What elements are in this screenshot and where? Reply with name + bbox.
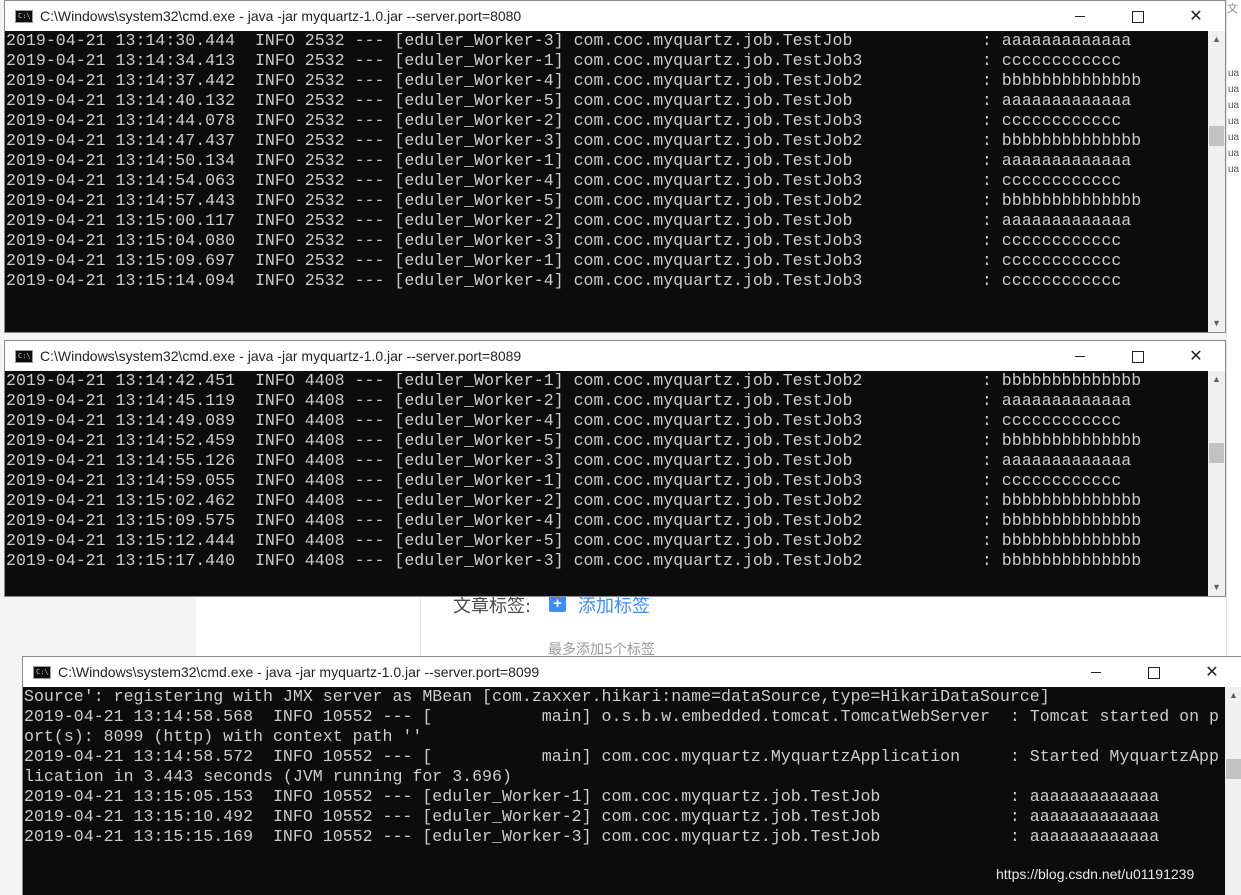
scroll-down-icon[interactable]: ▼ — [1208, 579, 1225, 596]
console-line: 2019-04-21 13:14:58.572 INFO 10552 --- [… — [24, 747, 1219, 766]
console-line: lication in 3.443 seconds (JVM running f… — [24, 767, 512, 786]
vertical-scrollbar[interactable]: ▲ ▼ — [1208, 31, 1225, 332]
minimize-icon — [1075, 356, 1085, 357]
close-icon: ✕ — [1205, 662, 1219, 681]
close-button[interactable]: ✕ — [1183, 657, 1241, 687]
cmd-app-icon[interactable]: C:\ — [15, 10, 33, 23]
console-line: 2019-04-21 13:15:10.492 INFO 10552 --- [… — [24, 807, 1160, 826]
console-line: 2019-04-21 13:15:14.094 INFO 2532 --- [e… — [6, 271, 1122, 290]
console-line: 2019-04-21 13:14:49.089 INFO 4408 --- [e… — [6, 411, 1122, 430]
console-line: 2019-04-21 13:15:09.697 INFO 2532 --- [e… — [6, 251, 1122, 270]
background-edge-item: ua — [1228, 68, 1240, 79]
cmd-window-8089[interactable]: C:\ C:\Windows\system32\cmd.exe - java -… — [4, 340, 1226, 597]
minimize-button[interactable] — [1067, 657, 1125, 687]
close-icon: ✕ — [1189, 346, 1203, 365]
console-line: 2019-04-21 13:14:40.132 INFO 2532 --- [e… — [6, 91, 1132, 110]
cmd-window-8099[interactable]: C:\ C:\Windows\system32\cmd.exe - java -… — [22, 656, 1241, 895]
console-line: 2019-04-21 13:15:15.169 INFO 10552 --- [… — [24, 827, 1160, 846]
console-line: 2019-04-21 13:15:02.462 INFO 4408 --- [e… — [6, 491, 1142, 510]
maximize-icon — [1132, 350, 1144, 363]
console-line: 2019-04-21 13:15:09.575 INFO 4408 --- [e… — [6, 511, 1142, 530]
maximize-icon — [1148, 666, 1160, 679]
background-edge-item: ua — [1228, 116, 1240, 127]
console-line: 2019-04-21 13:14:34.413 INFO 2532 --- [e… — [6, 51, 1122, 70]
console-line: 2019-04-21 13:14:47.437 INFO 2532 --- [e… — [6, 131, 1142, 150]
close-button[interactable]: ✕ — [1167, 341, 1225, 371]
minimize-button[interactable] — [1051, 341, 1109, 371]
maximize-button[interactable] — [1109, 341, 1167, 371]
scrollbar-thumb[interactable] — [1226, 759, 1241, 779]
scroll-up-icon[interactable]: ▲ — [1208, 31, 1225, 48]
close-button[interactable]: ✕ — [1167, 1, 1225, 31]
cmd-app-icon[interactable]: C:\ — [15, 350, 33, 363]
background-crumb: 文 — [1227, 3, 1238, 15]
scroll-down-icon[interactable]: ▼ — [1208, 315, 1225, 332]
console-line: 2019-04-21 13:15:00.117 INFO 2532 --- [e… — [6, 211, 1132, 230]
console-line: 2019-04-21 13:14:42.451 INFO 4408 --- [e… — [6, 371, 1142, 390]
window-titlebar[interactable]: C:\ C:\Windows\system32\cmd.exe - java -… — [23, 657, 1241, 687]
console-line: 2019-04-21 13:14:54.063 INFO 2532 --- [e… — [6, 171, 1122, 190]
minimize-icon — [1075, 16, 1085, 17]
console-line: 2019-04-21 13:14:45.119 INFO 4408 --- [e… — [6, 391, 1132, 410]
scrollbar-thumb[interactable] — [1209, 443, 1224, 463]
close-icon: ✕ — [1189, 6, 1203, 25]
console-line: 2019-04-21 13:15:17.440 INFO 4408 --- [e… — [6, 551, 1142, 570]
console-line: 2019-04-21 13:15:05.153 INFO 10552 --- [… — [24, 787, 1160, 806]
background-edge-item: ua — [1228, 84, 1240, 95]
console-line: 2019-04-21 13:14:37.442 INFO 2532 --- [e… — [6, 71, 1142, 90]
console-line: 2019-04-21 13:15:04.080 INFO 2532 --- [e… — [6, 231, 1122, 250]
watermark: https://blog.csdn.net/u01191239 — [996, 866, 1195, 882]
cmd-window-8080[interactable]: C:\ C:\Windows\system32\cmd.exe - java -… — [4, 0, 1226, 333]
maximize-button[interactable] — [1125, 657, 1183, 687]
cmd-app-icon[interactable]: C:\ — [33, 666, 51, 679]
console-line: 2019-04-21 13:14:57.443 INFO 2532 --- [e… — [6, 191, 1142, 210]
console-line: 2019-04-21 13:15:12.444 INFO 4408 --- [e… — [6, 531, 1142, 550]
minimize-icon — [1091, 672, 1101, 673]
window-title: C:\Windows\system32\cmd.exe - java -jar … — [40, 8, 522, 24]
minimize-button[interactable] — [1051, 1, 1109, 31]
plus-icon[interactable]: + — [549, 595, 566, 612]
vertical-scrollbar[interactable]: ▲ — [1225, 687, 1241, 895]
window-titlebar[interactable]: C:\ C:\Windows\system32\cmd.exe - java -… — [5, 1, 1225, 31]
console-output[interactable]: Source': registering with JMX server as … — [23, 687, 1241, 895]
maximize-button[interactable] — [1109, 1, 1167, 31]
console-line: 2019-04-21 13:14:50.134 INFO 2532 --- [e… — [6, 151, 1132, 170]
background-edge-item: ua — [1228, 164, 1240, 175]
console-output[interactable]: 2019-04-21 13:14:42.451 INFO 4408 --- [e… — [5, 371, 1208, 596]
console-line: 2019-04-21 13:14:44.078 INFO 2532 --- [e… — [6, 111, 1122, 130]
background-edge-item: ua — [1228, 132, 1240, 143]
maximize-icon — [1132, 10, 1144, 23]
window-titlebar[interactable]: C:\ C:\Windows\system32\cmd.exe - java -… — [5, 341, 1225, 371]
window-title: C:\Windows\system32\cmd.exe - java -jar … — [58, 664, 540, 680]
scroll-up-icon[interactable]: ▲ — [1208, 371, 1225, 388]
console-line: 2019-04-21 13:14:59.055 INFO 4408 --- [e… — [6, 471, 1122, 490]
console-line: ort(s): 8099 (http) with context path '' — [24, 727, 423, 746]
console-line: 2019-04-21 13:14:58.568 INFO 10552 --- [… — [24, 707, 1219, 726]
background-edge-item: ua — [1228, 148, 1240, 159]
console-line: 2019-04-21 13:14:55.126 INFO 4408 --- [e… — [6, 451, 1132, 470]
vertical-scrollbar[interactable]: ▲ ▼ — [1208, 371, 1225, 596]
console-line: 2019-04-21 13:14:52.459 INFO 4408 --- [e… — [6, 431, 1142, 450]
console-line: Source': registering with JMX server as … — [24, 687, 1050, 706]
scrollbar-thumb[interactable] — [1209, 126, 1224, 146]
console-output[interactable]: 2019-04-21 13:14:30.444 INFO 2532 --- [e… — [5, 31, 1208, 332]
console-line: 2019-04-21 13:14:30.444 INFO 2532 --- [e… — [6, 31, 1132, 50]
scroll-up-icon[interactable]: ▲ — [1225, 687, 1241, 704]
window-title: C:\Windows\system32\cmd.exe - java -jar … — [40, 348, 522, 364]
background-edge-item: ua — [1228, 100, 1240, 111]
